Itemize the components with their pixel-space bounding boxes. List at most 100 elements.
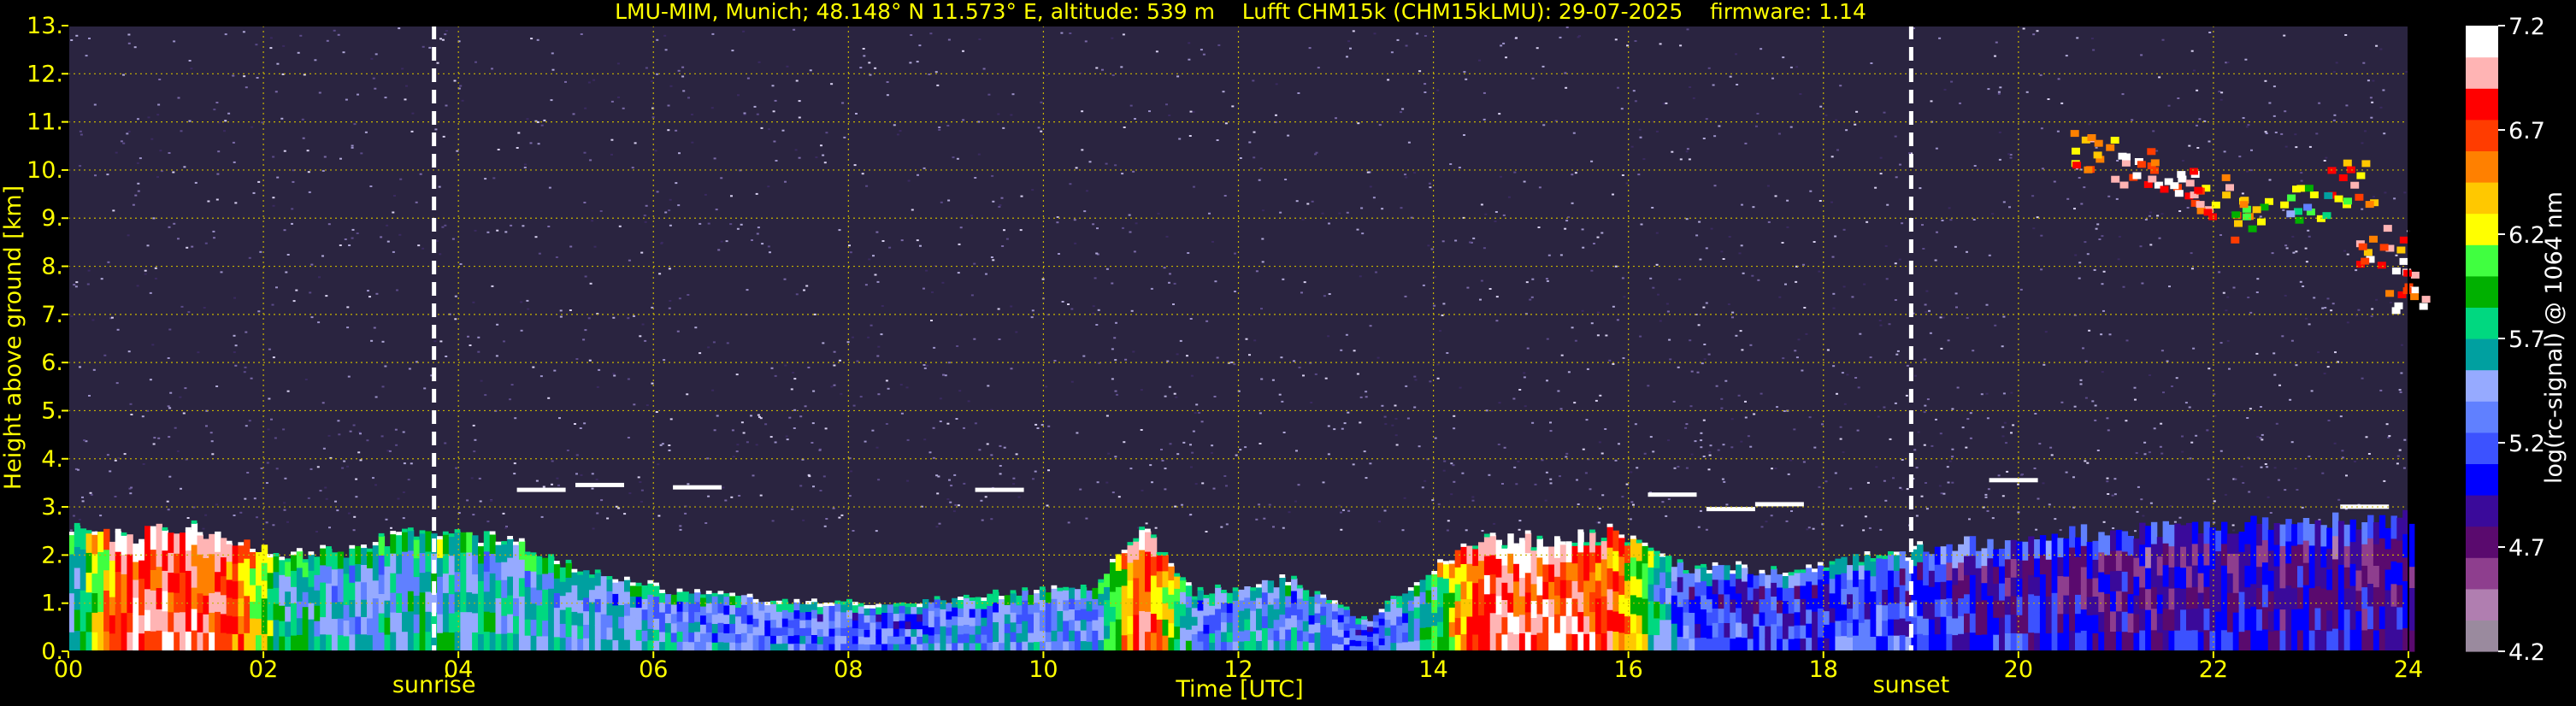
noise-speck (1079, 488, 1082, 491)
signal-cell (1530, 567, 1537, 585)
noise-speck (1874, 186, 1877, 189)
noise-speck (1951, 481, 1954, 484)
noise-speck (1356, 228, 1359, 231)
noise-speck (1105, 415, 1109, 417)
cirrus-cell (2421, 296, 2431, 303)
noise-speck (1405, 385, 1408, 387)
noise-speck (852, 336, 854, 338)
noise-speck (1600, 452, 1604, 455)
noise-speck (2387, 436, 2390, 438)
signal-cell (548, 620, 555, 637)
signal-cell (1203, 642, 1210, 652)
noise-speck (1697, 526, 1701, 528)
signal-cell (215, 591, 221, 612)
noise-speck (1549, 430, 1553, 432)
signal-cell (2326, 630, 2333, 652)
signal-cell (1964, 574, 1971, 595)
signal-cell (746, 632, 754, 643)
noise-speck (2094, 419, 2097, 421)
noise-speck (1659, 320, 1662, 322)
signal-cell (2373, 608, 2380, 631)
noise-speck (1322, 481, 1325, 484)
signal-cell (536, 604, 543, 621)
signal-cell (1518, 614, 1526, 633)
noise-speck (1149, 464, 1152, 467)
noise-speck (398, 27, 401, 30)
signal-cell (1853, 619, 1860, 636)
noise-speck (2342, 121, 2345, 124)
signal-cell (168, 611, 174, 632)
noise-speck (1465, 529, 1468, 532)
signal-cell (1841, 588, 1848, 605)
noise-speck (1908, 152, 1911, 155)
signal-cell (261, 633, 268, 652)
noise-speck (1564, 72, 1567, 74)
noise-speck (1202, 53, 1205, 56)
signal-cell (2010, 558, 2018, 578)
signal-cell (1145, 551, 1152, 572)
noise-speck (1629, 518, 1632, 521)
signal-cell (2051, 553, 2058, 574)
noise-speck (2196, 124, 2198, 126)
signal-cell (2332, 604, 2339, 629)
noise-speck (1222, 91, 1225, 93)
noise-speck (1801, 369, 1804, 372)
signal-cell (1812, 571, 1819, 585)
noise-speck (1327, 453, 1330, 456)
signal-cell (1127, 633, 1134, 652)
signal-cell (1583, 580, 1590, 599)
noise-speck (1515, 483, 1518, 485)
signal-cell (1045, 602, 1052, 613)
noise-speck (923, 364, 926, 366)
signal-cell (553, 636, 561, 652)
signal-cell (923, 642, 929, 652)
noise-speck (1387, 79, 1390, 81)
noise-speck (2079, 383, 2083, 385)
noise-speck (572, 113, 575, 115)
signal-cell (267, 620, 274, 637)
noise-speck (79, 130, 82, 132)
signal-cell (1314, 603, 1321, 614)
signal-cell (1823, 583, 1830, 598)
noise-speck (725, 240, 728, 243)
noise-speck (347, 512, 351, 515)
noise-speck (1067, 521, 1070, 524)
signal-cell (923, 616, 929, 627)
noise-speck (1665, 515, 1668, 517)
noise-speck (112, 209, 115, 212)
signal-cell (958, 608, 964, 617)
signal-cell (74, 567, 81, 589)
signal-cell (577, 599, 584, 614)
signal-cell (1396, 607, 1403, 617)
noise-speck (190, 68, 193, 70)
signal-cell (583, 584, 590, 598)
signal-cell (711, 595, 719, 606)
cirrus-cell (2072, 162, 2081, 169)
signal-cell (2115, 610, 2123, 632)
noise-speck (2400, 372, 2403, 374)
signal-cell (1378, 631, 1386, 639)
signal-cell (834, 603, 841, 612)
noise-speck (1559, 408, 1563, 410)
signal-cell (524, 603, 532, 620)
noise-speck (1230, 362, 1234, 363)
noise-speck (2158, 237, 2161, 239)
noise-speck (2152, 130, 2155, 132)
noise-speck (1802, 263, 1805, 266)
signal-cell (285, 636, 292, 652)
signal-cell (238, 597, 245, 616)
signal-cell (624, 579, 631, 592)
signal-cell (250, 601, 256, 619)
residual-layer-cell (1754, 502, 1804, 507)
signal-cell (746, 623, 754, 634)
noise-speck (2354, 461, 2356, 462)
noise-speck (492, 177, 496, 179)
noise-speck (886, 81, 889, 83)
noise-speck (970, 294, 974, 297)
signal-cell (2209, 548, 2216, 570)
noise-speck (726, 342, 729, 344)
layer-top-cell (1425, 574, 1432, 579)
noise-speck (1327, 425, 1330, 427)
signal-cell (875, 606, 882, 615)
layer-top-cell (1583, 542, 1589, 546)
